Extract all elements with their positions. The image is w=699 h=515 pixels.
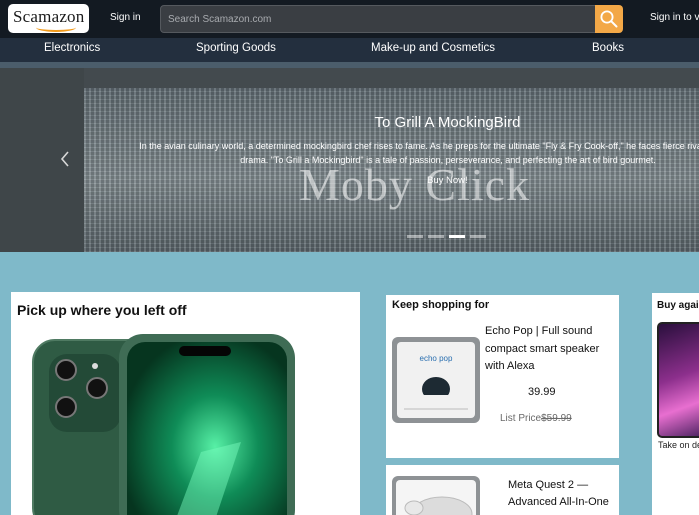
phone-product-image[interactable] (31, 332, 301, 515)
hero-description: In the avian culinary world, a determine… (139, 141, 699, 165)
product-caption: Take on de (658, 440, 699, 450)
search-button[interactable] (595, 5, 623, 33)
laptop-product-image[interactable] (657, 322, 699, 438)
search-input[interactable] (160, 5, 596, 33)
hero-carousel[interactable]: Moby Click To Grill A MockingBird In the… (0, 68, 699, 252)
echo-pop-image[interactable]: echo pop (392, 337, 480, 423)
keep-shopping-card: Keep shopping for echo pop Echo Pop | Fu… (386, 295, 619, 458)
top-navigation-bar: Scamazon Sign in Sign in to vi (0, 0, 699, 38)
category-bar: Electronics Sporting Goods Make-up and C… (0, 38, 699, 62)
carousel-dot[interactable] (428, 235, 444, 238)
product-name[interactable]: Meta Quest 2 — Advanced All-In-One (508, 477, 618, 511)
card-title: Pick up where you left off (17, 302, 187, 318)
buy-now-link[interactable]: Buy Now! (427, 175, 468, 186)
hero-title: To Grill A MockingBird (374, 114, 521, 131)
logo-smile-icon (36, 23, 76, 32)
second-product-card: Meta Quest 2 — Advanced All-In-One (386, 465, 619, 515)
continue-shopping-card: Pick up where you left off (11, 292, 360, 515)
search-icon (600, 10, 618, 28)
sign-in-link[interactable]: Sign in (110, 12, 141, 23)
category-books[interactable]: Books (592, 42, 624, 54)
echo-pop-brand: echo pop (420, 354, 453, 363)
account-sign-in-link[interactable]: Sign in to vi (650, 12, 699, 23)
carousel-prev-button[interactable] (58, 148, 72, 170)
category-electronics[interactable]: Electronics (44, 42, 100, 54)
card-title: Buy again (657, 300, 699, 311)
scamazon-logo[interactable]: Scamazon (8, 4, 89, 33)
hero-background-image: Moby Click (84, 88, 699, 252)
carousel-dot[interactable] (449, 235, 465, 238)
list-price: List Price$59.99 (500, 413, 572, 424)
category-sporting-goods[interactable]: Sporting Goods (196, 42, 276, 54)
carousel-dot[interactable] (407, 235, 423, 238)
list-price-value: $59.99 (541, 413, 572, 424)
carousel-dot[interactable] (470, 235, 486, 238)
vr-headset-icon (396, 480, 476, 515)
card-title: Keep shopping for (392, 299, 490, 311)
meta-quest-image[interactable] (392, 476, 480, 515)
echo-pop-package-icon: echo pop (397, 342, 475, 418)
product-name[interactable]: Echo Pop | Full sound compact smart spea… (485, 323, 610, 376)
chevron-left-icon (60, 151, 69, 167)
category-makeup-cosmetics[interactable]: Make-up and Cosmetics (371, 42, 495, 54)
product-price: 39.99 (528, 386, 556, 398)
list-price-label: List Price (500, 413, 542, 424)
buy-again-card: Buy again Take on de (652, 293, 699, 515)
